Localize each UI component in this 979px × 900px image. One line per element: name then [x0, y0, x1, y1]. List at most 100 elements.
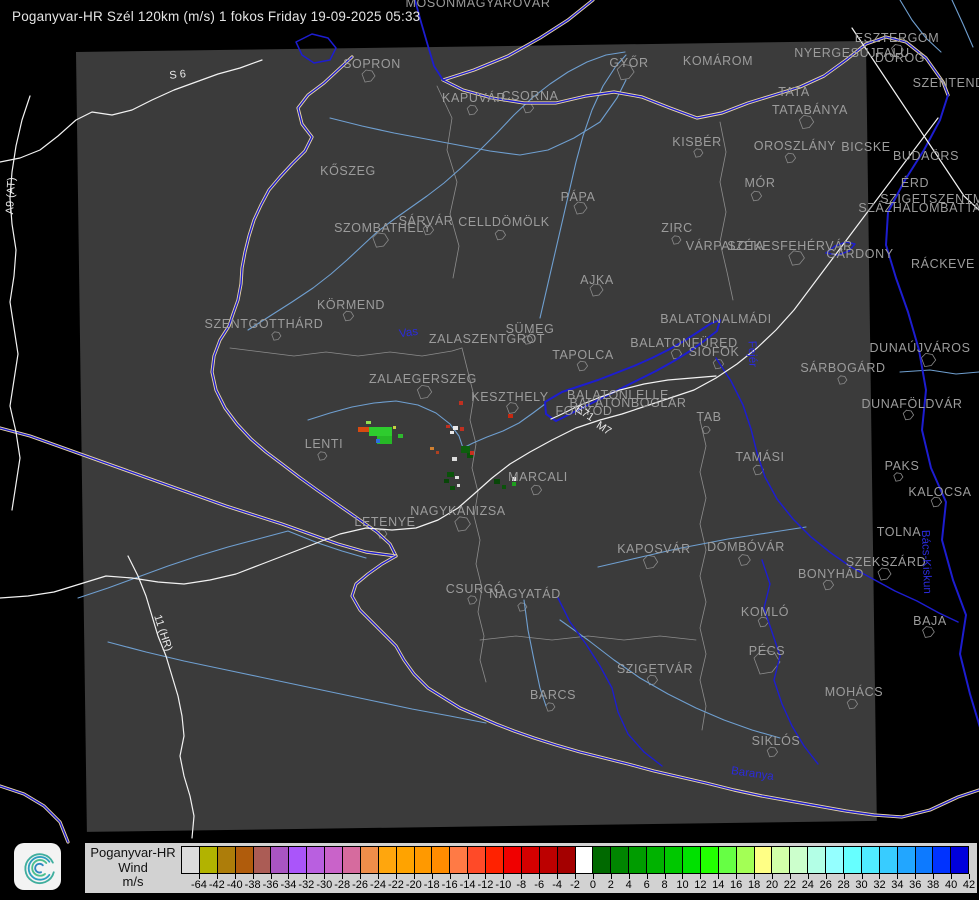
legend-color-cell	[236, 847, 254, 873]
city-label: SÁRBOGÁRD	[800, 360, 885, 375]
legend-color-cell	[719, 847, 737, 873]
city-label: SZOMBATHELY	[334, 221, 432, 235]
legend-tick-value: 26	[820, 879, 832, 891]
legend-color-cell	[808, 847, 826, 873]
city-label: KALOCSA	[908, 485, 971, 499]
legend-color-cell	[397, 847, 415, 873]
radar-domain	[76, 41, 877, 832]
legend-tick-value: 34	[891, 879, 903, 891]
legend-tick-value: 16	[730, 879, 742, 891]
legend-tick-value: -42	[209, 879, 225, 891]
radar-viewer: MOSONMAGYARÓVÁRSOPRONGYŐRKOMÁROMNYERGESÚ…	[0, 0, 979, 900]
city-label: DUNAÚJVÁROS	[869, 340, 970, 355]
city-label: ÉRD	[901, 175, 929, 190]
legend-color-cell	[182, 847, 200, 873]
legend-color-cell	[701, 847, 719, 873]
legend-tick-value: 18	[748, 879, 760, 891]
legend-tick-value: -40	[227, 879, 243, 891]
legend-color-cell	[558, 847, 576, 873]
city-label: NAGYATÁD	[489, 586, 561, 601]
legend-color-cell	[361, 847, 379, 873]
radar-echo	[366, 421, 371, 424]
city-label: ZALASZENTGRÓT	[429, 331, 545, 346]
radar-echo	[446, 425, 450, 428]
city-label: KÖRMEND	[317, 298, 385, 312]
city-label: KAPOSVÁR	[617, 541, 691, 556]
radar-echo	[461, 446, 470, 453]
legend-tick-value: -20	[406, 879, 422, 891]
legend-tick-value: 24	[802, 879, 814, 891]
city-label: MARCALI	[508, 470, 568, 484]
road-label: A9 (AT)	[4, 177, 18, 215]
legend-tick-value: 38	[927, 879, 939, 891]
legend-color-cell	[647, 847, 665, 873]
city-label: SIKLÓS	[752, 733, 801, 748]
radar-echo	[460, 427, 464, 431]
radar-echo	[457, 484, 460, 487]
legend-color-cell	[415, 847, 433, 873]
city-label: KOMLÓ	[741, 604, 789, 619]
legend-color-cell	[200, 847, 218, 873]
legend-tick-value: -26	[352, 879, 368, 891]
city-label: KŐSZEG	[320, 163, 376, 178]
legend-color-cell	[486, 847, 504, 873]
radar-echo	[358, 427, 369, 432]
legend-color-cell	[880, 847, 898, 873]
radar-echo	[393, 426, 396, 429]
legend-color-cell	[271, 847, 289, 873]
legend-color-cell	[379, 847, 397, 873]
legend-color-strip	[181, 846, 969, 874]
legend-tick-value: -10	[495, 879, 511, 891]
radar-echo	[502, 485, 506, 489]
road-label: S 6	[169, 68, 187, 82]
legend-color-cell	[540, 847, 558, 873]
legend-tick-value: -30	[316, 879, 332, 891]
city-label: SZÁZHALOMBATTA	[858, 200, 979, 215]
cyclone-icon	[17, 846, 59, 888]
city-label: BUDAÖRS	[893, 149, 959, 163]
city-label: DUNAFÖLDVÁR	[861, 396, 962, 411]
city-label: RÁCKEVE	[911, 256, 975, 271]
legend-tick-value: 6	[644, 879, 650, 891]
radar-map: MOSONMAGYARÓVÁRSOPRONGYŐRKOMÁROMNYERGESÚ…	[0, 0, 979, 900]
legend-panel: Poganyvar-HR Wind m/s -64-42-40-38-36-34…	[84, 842, 978, 894]
legend-tick-value: -24	[370, 879, 386, 891]
legend-color-cell	[826, 847, 844, 873]
legend-color-cell	[289, 847, 307, 873]
radar-echo	[436, 451, 439, 454]
city-label: SZENTGOTTHÁRD	[205, 316, 324, 331]
radar-echo	[430, 447, 434, 450]
legend-tick-value: 40	[945, 879, 957, 891]
legend-tick-value: -8	[516, 879, 526, 891]
legend-color-cell	[898, 847, 916, 873]
city-label: BONYHÁD	[798, 566, 864, 581]
city-label: BALATONALMÁDI	[660, 311, 772, 326]
city-label: MOSONMAGYARÓVÁR	[406, 0, 551, 10]
city-label: SZIGETVÁR	[617, 661, 693, 676]
radar-echo	[450, 431, 454, 434]
legend-color-cell	[951, 847, 968, 873]
legend-tick-value: -18	[424, 879, 440, 891]
legend-color-cell	[343, 847, 361, 873]
county-label: Bács-Kiskun	[919, 530, 933, 594]
city-label: KOMÁROM	[683, 53, 753, 68]
legend-tick-value: 10	[676, 879, 688, 891]
city-label: TAMÁSI	[735, 449, 784, 464]
radar-echo	[452, 457, 457, 461]
city-label: LETENYE	[354, 515, 415, 529]
legend-tick-value: -4	[552, 879, 562, 891]
city-label: NAGYKANIZSA	[410, 504, 506, 518]
legend-color-cell	[737, 847, 755, 873]
legend-tick-value: 4	[626, 879, 632, 891]
radar-echo	[508, 414, 513, 418]
legend-color-cell	[576, 847, 594, 873]
legend-color-cell	[611, 847, 629, 873]
legend-tick-value: 28	[838, 879, 850, 891]
radar-echo	[494, 479, 500, 484]
legend-color-cell	[504, 847, 522, 873]
legend-color-cell	[844, 847, 862, 873]
legend-color-scale: -64-42-40-38-36-34-32-30-28-26-24-22-20-…	[181, 846, 969, 893]
radar-echo	[459, 401, 463, 405]
legend-tick-value: -32	[298, 879, 314, 891]
city-label: CSORNA	[501, 89, 558, 103]
